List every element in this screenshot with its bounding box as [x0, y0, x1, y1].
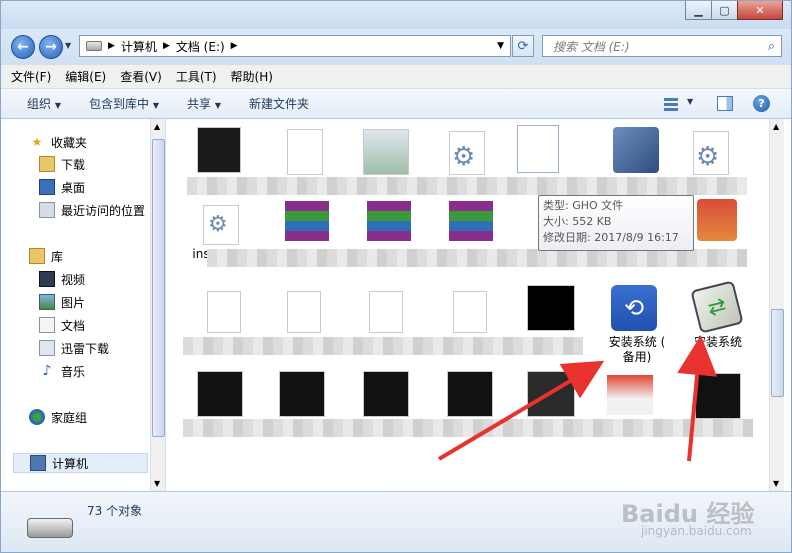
menu-file[interactable]: 文件(F)	[11, 68, 51, 85]
close-button[interactable]: ✕	[737, 1, 783, 20]
breadcrumb-separator-icon: ▶	[108, 41, 115, 51]
share-label: 共享	[187, 97, 212, 111]
homegroup-icon	[29, 409, 45, 425]
sidebar-item-recent[interactable]: 最近访问的位置	[39, 200, 145, 220]
nav-scrollbar[interactable]: ▲ ▼	[150, 119, 165, 491]
menu-help[interactable]: 帮助(H)	[231, 68, 273, 85]
sidebar-label: 迅雷下载	[61, 341, 110, 356]
view-options-icon[interactable]	[664, 97, 678, 111]
navigation-pane: ★ 收藏夹 下载 桌面 最近访问的位置 库 视频 图片 文档 迅雷下载 ♪ 音乐 家…	[1, 119, 166, 491]
menu-tools[interactable]: 工具(T)	[176, 68, 217, 85]
details-pane: 73 个对象 Baidu 经验 jingyan.baidu.com	[1, 491, 791, 552]
organize-label: 组织	[27, 97, 52, 111]
arrow-to-install-backup	[437, 360, 605, 461]
file-list: ⚙ ⚙ ⚙ ins 类型: GHO 文件 大小: 552 KB 修改日期: 20…	[167, 119, 769, 491]
sidebar-label: 最近访问的位置	[61, 203, 146, 218]
include-label: 包含到库中	[89, 97, 150, 111]
chevron-down-icon: ▼	[152, 101, 159, 110]
breadcrumb-drive[interactable]: 文档 (E:)	[176, 38, 225, 55]
address-row: ← → ▼ ▶ 计算机 ▶ 文档 (E:) ▶ ▼ ⟳ 搜索 文档 (E:) ⌕	[1, 29, 791, 65]
share-button[interactable]: 共享 ▼	[187, 95, 221, 112]
recent-pages-chevron-icon[interactable]: ▼	[65, 41, 71, 50]
annotation-arrows	[437, 335, 718, 462]
sidebar-favorites[interactable]: ★ 收藏夹	[29, 132, 87, 152]
sidebar-homegroup[interactable]: 家庭组	[29, 407, 87, 427]
scroll-down-icon[interactable]: ▼	[154, 479, 160, 488]
sidebar-label: 收藏夹	[51, 135, 88, 150]
sidebar-item-desktop[interactable]: 桌面	[39, 177, 85, 197]
computer-icon	[30, 455, 46, 471]
chevron-down-icon: ▼	[54, 101, 61, 110]
maximize-button[interactable]: ▢	[711, 1, 738, 20]
explorer-window: ▁ ▢ ✕ ← → ▼ ▶ 计算机 ▶ 文档 (E:) ▶ ▼ ⟳ 搜索 文档 …	[0, 0, 792, 553]
video-icon	[39, 271, 55, 287]
scroll-up-icon[interactable]: ▲	[773, 122, 779, 131]
breadcrumb-separator-icon: ▶	[230, 41, 238, 51]
refresh-button[interactable]: ⟳	[512, 35, 534, 57]
watermark-url: jingyan.baidu.com	[641, 524, 752, 538]
downloads-folder-icon	[39, 156, 55, 172]
search-icon: ⌕	[767, 38, 775, 54]
scroll-up-icon[interactable]: ▲	[154, 122, 160, 131]
breadcrumb-separator-icon: ▶	[162, 41, 170, 51]
drive-icon	[86, 41, 102, 51]
breadcrumb-computer[interactable]: 计算机	[121, 38, 157, 55]
download-folder-icon	[39, 340, 55, 356]
menu-edit[interactable]: 编辑(E)	[65, 68, 106, 85]
menu-bar: 文件(F) 编辑(E) 查看(V) 工具(T) 帮助(H)	[1, 65, 791, 89]
nav-scroll-thumb[interactable]	[152, 139, 165, 437]
desktop-icon	[39, 179, 55, 195]
pictures-icon	[39, 294, 55, 310]
search-placeholder: 搜索 文档 (E:)	[553, 39, 630, 54]
sidebar-label: 库	[51, 249, 64, 264]
item-count: 73 个对象	[87, 504, 143, 518]
sidebar-item-xunlei[interactable]: 迅雷下载	[39, 338, 109, 358]
sidebar-libraries[interactable]: 库	[29, 246, 63, 266]
sidebar-item-documents[interactable]: 文档	[39, 315, 85, 335]
organize-button[interactable]: 组织 ▼	[27, 95, 61, 112]
content-scrollbar[interactable]: ▲ ▼	[769, 119, 784, 491]
address-bar[interactable]: ▶ 计算机 ▶ 文档 (E:) ▶ ▼	[79, 35, 511, 57]
chevron-down-icon: ▼	[214, 101, 221, 110]
music-note-icon: ♪	[42, 363, 52, 379]
documents-icon	[39, 317, 55, 333]
arrow-to-install	[677, 335, 718, 462]
preview-pane-icon[interactable]	[717, 96, 733, 111]
libraries-icon	[29, 248, 45, 264]
sidebar-item-pictures[interactable]: 图片	[39, 292, 85, 312]
refresh-icon: ⟳	[517, 38, 529, 54]
command-bar: 组织 ▼ 包含到库中 ▼ 共享 ▼ 新建文件夹 ▼ ?	[1, 89, 791, 119]
forward-arrow-icon: →	[45, 39, 57, 55]
sidebar-item-downloads[interactable]: 下载	[39, 154, 85, 174]
new-folder-button[interactable]: 新建文件夹	[249, 95, 309, 112]
drive-icon	[27, 518, 73, 538]
sidebar-label: 下载	[61, 157, 86, 172]
address-dropdown-icon[interactable]: ▼	[497, 41, 504, 51]
sidebar-item-videos[interactable]: 视频	[39, 269, 85, 289]
sidebar-label: 桌面	[61, 180, 86, 195]
forward-button[interactable]: →	[39, 35, 63, 59]
back-arrow-icon: ←	[17, 39, 29, 55]
chevron-down-icon[interactable]: ▼	[687, 97, 693, 106]
minimize-button[interactable]: ▁	[685, 1, 712, 20]
content-scroll-thumb[interactable]	[771, 309, 784, 397]
sidebar-label: 家庭组	[51, 410, 88, 425]
sidebar-label: 计算机	[52, 456, 89, 471]
back-button[interactable]: ←	[11, 35, 35, 59]
recent-places-icon	[39, 202, 55, 218]
title-bar: ▁ ▢ ✕	[1, 1, 791, 29]
star-icon: ★	[31, 135, 43, 149]
sidebar-item-music[interactable]: ♪ 音乐	[39, 361, 85, 381]
menu-view[interactable]: 查看(V)	[120, 68, 162, 85]
sidebar-label: 音乐	[61, 364, 86, 379]
include-in-library-button[interactable]: 包含到库中 ▼	[89, 95, 159, 112]
search-input[interactable]: 搜索 文档 (E:) ⌕	[542, 35, 782, 57]
sidebar-label: 视频	[61, 272, 86, 287]
scroll-down-icon[interactable]: ▼	[773, 479, 779, 488]
help-icon[interactable]: ?	[753, 95, 770, 112]
sidebar-label: 文档	[61, 318, 86, 333]
sidebar-computer[interactable]: 计算机	[13, 453, 148, 473]
sidebar-label: 图片	[61, 295, 86, 310]
